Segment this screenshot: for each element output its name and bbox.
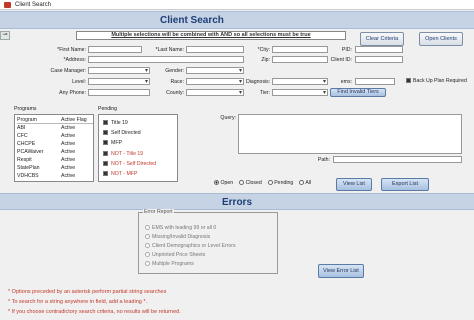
case-manager-label: Case Manager: — [50, 68, 86, 74]
pending-checkbox[interactable] — [103, 120, 108, 125]
pending-checkbox[interactable] — [103, 151, 108, 156]
errors-bar: Errors — [0, 193, 474, 210]
last-name-input[interactable] — [186, 46, 244, 53]
level-select[interactable] — [88, 78, 150, 85]
tier-label: Tier: — [259, 90, 270, 96]
race-label: Race: — [170, 79, 184, 85]
pending-item[interactable]: MFP — [103, 139, 122, 146]
error-report-legend: Error Report — [143, 209, 174, 215]
status-filter: Open Closed Pending All — [214, 180, 311, 186]
diagnosis-label: Diagnosis: — [246, 79, 271, 85]
any-phone-input[interactable] — [88, 89, 150, 96]
status-option-all[interactable]: All — [299, 180, 311, 186]
find-invalid-tiers-button[interactable]: Find Invalid Tiers — [330, 88, 386, 97]
note-leading-asterisk: * To search for a string anywhere in fie… — [8, 299, 148, 305]
error-option[interactable]: Unprinted Price Sheets — [145, 251, 205, 258]
error-option[interactable]: EMS with leading 99 or all 0 — [145, 224, 216, 231]
ems-input[interactable] — [355, 78, 395, 85]
pending-checkbox[interactable] — [103, 171, 108, 176]
programs-title: Programs — [14, 106, 37, 112]
error-report-group: Error Report EMS with leading 99 or all … — [138, 209, 278, 274]
query-textarea[interactable] — [238, 114, 462, 154]
pending-checkbox[interactable] — [103, 161, 108, 166]
tier-select[interactable] — [272, 89, 328, 96]
gender-label: Gender: — [165, 68, 184, 74]
address-input[interactable] — [88, 56, 244, 63]
city-label: *City: — [257, 47, 270, 53]
errors-title: Errors — [222, 197, 253, 208]
pending-item[interactable]: Self Directed — [103, 129, 141, 136]
pending-item[interactable]: NOT - Title 19 — [103, 150, 143, 157]
pending-list: Title 19 Self Directed MFP NOT - Title 1… — [98, 114, 178, 182]
county-label: County: — [166, 90, 184, 96]
first-name-input[interactable] — [88, 46, 142, 53]
error-option[interactable]: Multiple Programs — [145, 260, 194, 267]
program-column-header: Program — [17, 117, 37, 123]
status-option-open[interactable]: Open — [214, 180, 233, 186]
pid-label: PID: — [341, 47, 352, 53]
page-title: Client Search — [160, 15, 224, 26]
view-error-list-button[interactable]: View Error List — [318, 264, 364, 278]
level-label: Level: — [72, 79, 86, 85]
error-option[interactable]: Client Demographics or Level Errors — [145, 242, 236, 249]
pending-checkbox[interactable] — [103, 140, 108, 145]
back-up-plan-label: Back Up Plan Required — [413, 78, 467, 84]
pending-checkbox[interactable] — [103, 130, 108, 135]
status-option-closed[interactable]: Closed — [239, 180, 262, 186]
window-title: Client Search — [15, 1, 52, 8]
export-list-button[interactable]: Export List — [381, 178, 429, 191]
pid-input[interactable] — [355, 46, 403, 53]
query-label: Query: — [220, 115, 236, 121]
pin-icon[interactable]: ⊸ — [0, 31, 10, 40]
view-list-button[interactable]: View List — [336, 178, 372, 191]
status-option-pending[interactable]: Pending — [267, 180, 293, 186]
any-phone-label: Any Phone: — [59, 90, 86, 96]
pending-item[interactable]: NOT - Self Directed — [103, 160, 156, 167]
path-label: Path: — [317, 157, 330, 163]
client-id-label: Client ID: — [330, 57, 352, 63]
first-name-label: *First Name: — [57, 47, 86, 53]
zip-label: Zip: — [261, 57, 270, 63]
active-flag-column-header: Active Flag — [61, 117, 87, 123]
address-label: *Address: — [63, 57, 87, 63]
city-input[interactable] — [272, 46, 328, 53]
ems-label: ems: — [340, 79, 352, 85]
pending-title: Pending — [98, 106, 118, 112]
open-clients-button[interactable]: Open Clients — [419, 32, 463, 46]
search-notice: Multiple selections will be combined wit… — [76, 31, 346, 40]
race-select[interactable] — [186, 78, 244, 85]
case-manager-select[interactable] — [88, 67, 150, 74]
header-bar: Client Search — [0, 11, 474, 29]
note-partial-search: * Options preceded by an asterisk perfor… — [8, 289, 167, 295]
note-contradictory-criteria: * If you choose contradictory search cri… — [8, 309, 181, 315]
pending-item[interactable]: Title 19 — [103, 119, 128, 126]
clear-criteria-button[interactable]: Clear Criteria — [360, 32, 404, 46]
error-option[interactable]: Missing/Invalid Diagnosis — [145, 233, 210, 240]
path-input[interactable] — [333, 156, 462, 163]
window-titlebar: Client Search — [0, 0, 474, 10]
gender-select[interactable] — [186, 67, 244, 74]
last-name-label: *Last Name: — [155, 47, 184, 53]
programs-header: Program Active Flag — [17, 117, 93, 124]
county-select[interactable] — [186, 89, 244, 96]
client-id-input[interactable] — [355, 56, 403, 63]
diagnosis-select[interactable] — [272, 78, 328, 85]
back-up-plan-checkbox[interactable] — [406, 78, 411, 83]
programs-list[interactable]: Program Active Flag ABI Active CFC Active … — [14, 114, 94, 182]
app-icon — [4, 2, 11, 8]
pending-item[interactable]: NOT - MFP — [103, 170, 137, 177]
